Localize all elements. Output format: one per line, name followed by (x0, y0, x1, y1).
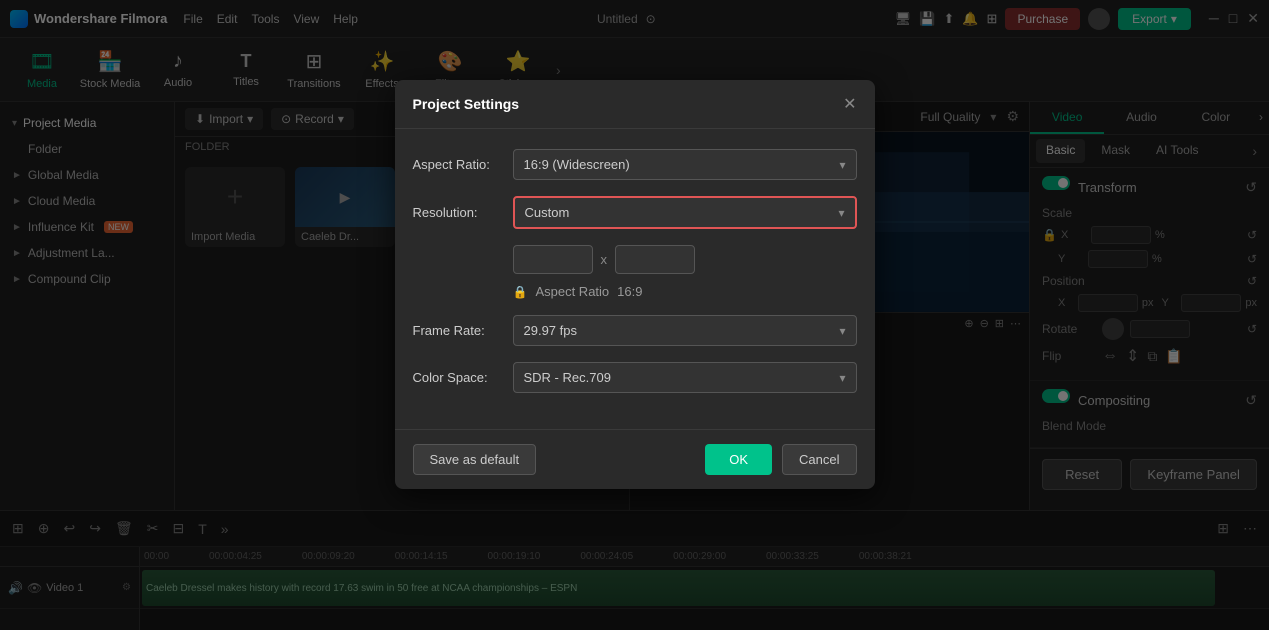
frame-rate-select[interactable]: 29.97 fps ▾ (513, 315, 857, 346)
resolution-height-input[interactable]: 360 (615, 245, 695, 274)
color-space-chevron-icon: ▾ (839, 371, 845, 385)
resolution-value: Custom (525, 205, 570, 220)
color-space-row: Color Space: SDR - Rec.709 ▾ (413, 362, 857, 393)
dialog-title: Project Settings (413, 96, 520, 112)
frame-rate-label: Frame Rate: (413, 323, 513, 338)
color-space-label: Color Space: (413, 370, 513, 385)
ok-button[interactable]: OK (705, 444, 772, 475)
aspect-ratio-label: Aspect Ratio: (413, 157, 513, 172)
frame-rate-value: 29.97 fps (524, 323, 578, 338)
save-as-default-button[interactable]: Save as default (413, 444, 537, 475)
aspect-ratio-select[interactable]: 16:9 (Widescreen) ▾ (513, 149, 857, 180)
aspect-ratio-lock-row: 🔒 Aspect Ratio 16:9 (513, 284, 857, 299)
lock-icon[interactable]: 🔒 (513, 285, 528, 299)
frame-rate-row: Frame Rate: 29.97 fps ▾ (413, 315, 857, 346)
dialog-body: Aspect Ratio: 16:9 (Widescreen) ▾ Resolu… (395, 129, 875, 429)
dialog-footer: Save as default OK Cancel (395, 429, 875, 489)
color-space-value: SDR - Rec.709 (524, 370, 611, 385)
frame-rate-chevron-icon: ▾ (839, 324, 845, 338)
dialog-footer-right: OK Cancel (705, 444, 856, 475)
color-space-select[interactable]: SDR - Rec.709 ▾ (513, 362, 857, 393)
resolution-inputs: 640 x 360 (513, 245, 857, 274)
dialog-overlay: Project Settings ✕ Aspect Ratio: 16:9 (W… (0, 0, 1269, 630)
aspect-ratio-value: 16:9 (Widescreen) (524, 157, 630, 172)
project-settings-dialog: Project Settings ✕ Aspect Ratio: 16:9 (W… (395, 80, 875, 489)
aspect-ratio-key-label: Aspect Ratio (535, 284, 609, 299)
dialog-close-button[interactable]: ✕ (843, 94, 856, 114)
resolution-select[interactable]: Custom ▾ (513, 196, 857, 229)
aspect-ratio-key-value: 16:9 (617, 284, 642, 299)
resolution-row: Resolution: Custom ▾ (413, 196, 857, 229)
resolution-width-input[interactable]: 640 (513, 245, 593, 274)
resolution-label: Resolution: (413, 205, 513, 220)
dialog-header: Project Settings ✕ (395, 80, 875, 129)
aspect-ratio-row: Aspect Ratio: 16:9 (Widescreen) ▾ (413, 149, 857, 180)
resolution-chevron-icon: ▾ (838, 206, 844, 220)
cancel-button[interactable]: Cancel (782, 444, 856, 475)
aspect-ratio-chevron-icon: ▾ (839, 158, 845, 172)
resolution-separator: x (601, 252, 608, 267)
